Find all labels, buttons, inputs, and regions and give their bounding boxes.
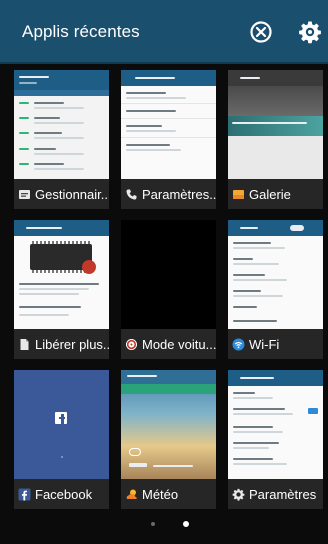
app-card-car-mode[interactable]: Mode voitu... bbox=[121, 220, 216, 359]
weather-icon bbox=[125, 488, 138, 501]
app-card-free-space[interactable]: Libérer plus... bbox=[14, 220, 109, 359]
app-thumbnail bbox=[121, 220, 216, 329]
app-card-label-bar: Météo bbox=[121, 479, 216, 509]
app-card-label-bar: Paramètres bbox=[228, 479, 323, 509]
header: Applis récentes bbox=[0, 0, 328, 64]
app-card-label-bar: Paramètres... bbox=[121, 179, 216, 209]
app-card-label: Mode voitu... bbox=[142, 336, 216, 352]
app-card-label-bar: Galerie bbox=[228, 179, 323, 209]
car-mode-icon bbox=[125, 338, 138, 351]
close-circle-icon bbox=[250, 21, 272, 43]
app-card-label: Gestionnair... bbox=[35, 186, 109, 202]
wifi-icon bbox=[232, 338, 245, 351]
page-dot[interactable] bbox=[151, 522, 155, 526]
page-dot-active[interactable] bbox=[183, 521, 189, 527]
gallery-icon bbox=[232, 188, 245, 201]
app-card-label: Paramètres... bbox=[142, 186, 216, 202]
app-card-label: Paramètres bbox=[249, 486, 317, 502]
app-thumbnail bbox=[228, 220, 323, 329]
app-card-label-bar: Mode voitu... bbox=[121, 329, 216, 359]
phone-icon bbox=[125, 188, 138, 201]
app-thumbnail bbox=[14, 70, 109, 179]
app-card-call-settings[interactable]: Paramètres... bbox=[121, 70, 216, 209]
gear-icon bbox=[299, 21, 321, 44]
app-card-label-bar: Libérer plus... bbox=[14, 329, 109, 359]
recent-apps-screen: Applis récentes Gestionnair... Paramètre… bbox=[0, 0, 328, 544]
app-card-label: Météo bbox=[142, 486, 179, 502]
app-card-label: Facebook bbox=[35, 486, 93, 502]
app-card-label-bar: Facebook bbox=[14, 479, 109, 509]
app-card-label-bar: Gestionnair... bbox=[14, 179, 109, 209]
message-icon bbox=[18, 188, 31, 201]
app-thumbnail bbox=[121, 70, 216, 179]
app-card-wifi[interactable]: Wi-Fi bbox=[228, 220, 323, 359]
app-card-label: Galerie bbox=[249, 186, 291, 202]
app-card-facebook[interactable]: Facebook bbox=[14, 370, 109, 509]
app-thumbnail bbox=[228, 370, 323, 479]
app-card-weather[interactable]: Météo bbox=[121, 370, 216, 509]
file-icon bbox=[18, 338, 31, 351]
app-thumbnail bbox=[121, 370, 216, 479]
app-thumbnail bbox=[14, 220, 109, 329]
page-indicator bbox=[0, 520, 328, 530]
app-card-label: Wi-Fi bbox=[249, 336, 280, 352]
page-title: Applis récentes bbox=[22, 22, 140, 41]
app-card-settings[interactable]: Paramètres bbox=[228, 370, 323, 509]
app-card-label-bar: Wi-Fi bbox=[228, 329, 323, 359]
settings-button[interactable] bbox=[298, 20, 322, 44]
close-all-button[interactable] bbox=[249, 20, 273, 44]
settings-icon bbox=[232, 488, 245, 501]
app-thumbnail bbox=[228, 70, 323, 179]
app-card-label: Libérer plus... bbox=[35, 336, 109, 352]
facebook-icon bbox=[18, 488, 31, 501]
app-thumbnail bbox=[14, 370, 109, 479]
app-card-gallery[interactable]: Galerie bbox=[228, 70, 323, 209]
app-card-message-manager[interactable]: Gestionnair... bbox=[14, 70, 109, 209]
